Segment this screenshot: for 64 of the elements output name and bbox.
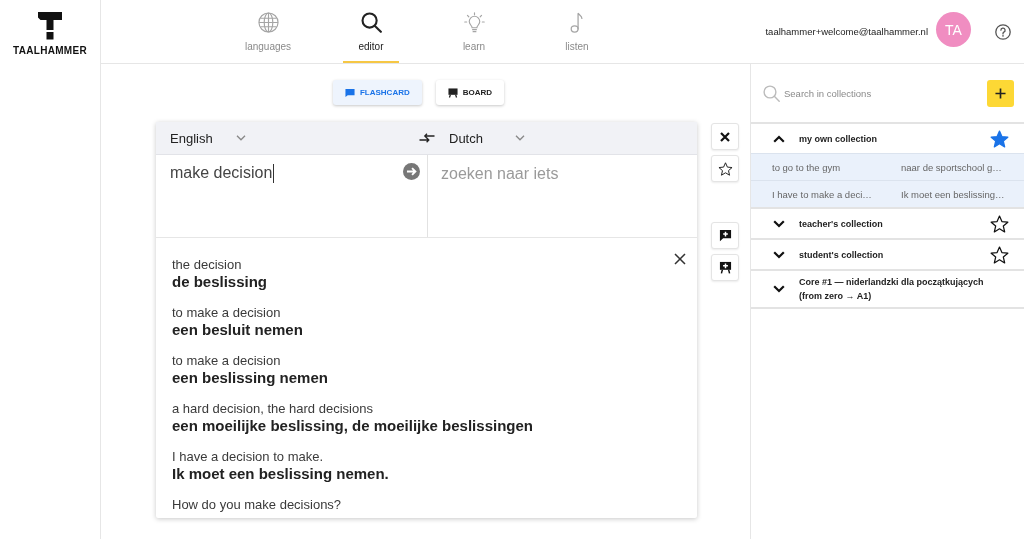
entry-source-text: I have to make a deci… — [772, 188, 872, 200]
easel-icon — [447, 87, 458, 98]
star-icon[interactable] — [990, 214, 1009, 233]
entry-target-text: naar de sportschool g… — [901, 161, 1002, 173]
suggestion-target-text[interactable]: de beslissing — [172, 273, 268, 291]
chevron-down-icon — [515, 135, 525, 141]
source-input-field[interactable]: make decision — [156, 155, 427, 237]
clear-button[interactable] — [711, 123, 739, 150]
close-icon[interactable] — [674, 253, 686, 265]
plus-icon — [995, 87, 1006, 99]
suggestion-source-text[interactable]: the decision — [172, 257, 242, 273]
suggestion-source-text[interactable]: to make a decision — [172, 305, 281, 321]
star-icon[interactable] — [990, 245, 1009, 264]
collection-entry[interactable]: I have to make a deci… Ik moet een beslissing… — [751, 180, 1024, 207]
suggestion-target-text[interactable]: een besluit nemen — [172, 321, 303, 339]
arrow-circle-icon[interactable] — [403, 163, 420, 180]
suggestion-target-text[interactable]: een moeilijke beslissing, de moeilijke beslissingen — [172, 417, 533, 435]
entry-source-text: to go to the gym — [772, 161, 841, 173]
mode-button[interactable]: FLASHCARD — [332, 80, 422, 105]
suggestion-source-text[interactable]: a hard decision, the hard decisions — [172, 401, 373, 417]
add-collection-button[interactable] — [987, 79, 1014, 107]
suggestion-source-text[interactable]: How do you make decisions? — [172, 497, 342, 513]
user-email: taalhammer+welcome@taalhammer.nl — [765, 26, 928, 37]
entry-target-text: Ik moet een beslissing… — [901, 188, 1005, 200]
text-cursor-icon — [273, 164, 275, 183]
mode-button[interactable]: BOARD — [435, 80, 505, 105]
source-language-select[interactable]: English — [170, 130, 246, 146]
chevron-up-icon[interactable] — [773, 134, 785, 143]
nav-tab[interactable]: editor — [343, 0, 399, 63]
lightbulb-icon — [463, 12, 485, 33]
chevron-down-icon — [236, 135, 246, 141]
chevron-down-icon[interactable] — [773, 250, 785, 259]
chevron-down-icon[interactable] — [773, 285, 785, 293]
target-language-select[interactable]: Dutch — [449, 130, 525, 146]
collection-title[interactable]: my own collection — [799, 131, 877, 146]
close-icon — [720, 131, 730, 142]
search-icon — [763, 84, 780, 102]
search-icon — [360, 12, 382, 33]
nav-tab[interactable]: languages — [240, 0, 296, 63]
nav-tab[interactable]: listen — [549, 0, 605, 63]
add-comment-button[interactable] — [711, 222, 739, 249]
suggestion-target-text[interactable]: Ik moet een beslissing nemen. — [172, 465, 389, 483]
star-icon — [717, 161, 733, 176]
comment-plus-icon — [718, 229, 732, 242]
chevron-down-icon[interactable] — [773, 219, 785, 228]
nav-tab[interactable]: learn — [446, 0, 502, 63]
suggestion-source-text[interactable]: I have a decision to make. — [172, 449, 324, 465]
add-to-board-button[interactable] — [711, 254, 739, 281]
suggestion-target-text[interactable]: een beslissing nemen — [172, 369, 328, 387]
collection-entry[interactable]: to go to the gym naar de sportschool g… — [751, 153, 1024, 180]
collection-title[interactable]: student's collection — [799, 247, 884, 262]
collection-title[interactable]: teacher's collection — [799, 216, 883, 231]
star-icon[interactable] — [990, 129, 1009, 148]
search-field[interactable]: Search in collections — [784, 85, 987, 101]
globe-icon — [257, 12, 279, 33]
easel-plus-icon — [718, 261, 732, 274]
collection-title[interactable]: Core #1 — niderlandzki dla początkujących (from zero → A1) — [799, 275, 999, 303]
swap-icon[interactable] — [419, 133, 435, 143]
help-icon[interactable] — [995, 23, 1011, 40]
message-icon — [344, 87, 355, 98]
target-output-field[interactable]: zoeken naar iets — [427, 155, 697, 237]
suggestion-source-text[interactable]: to make a decision — [172, 353, 281, 369]
favorite-button[interactable] — [711, 155, 739, 182]
logo[interactable]: TAALHAMMER — [13, 0, 87, 56]
